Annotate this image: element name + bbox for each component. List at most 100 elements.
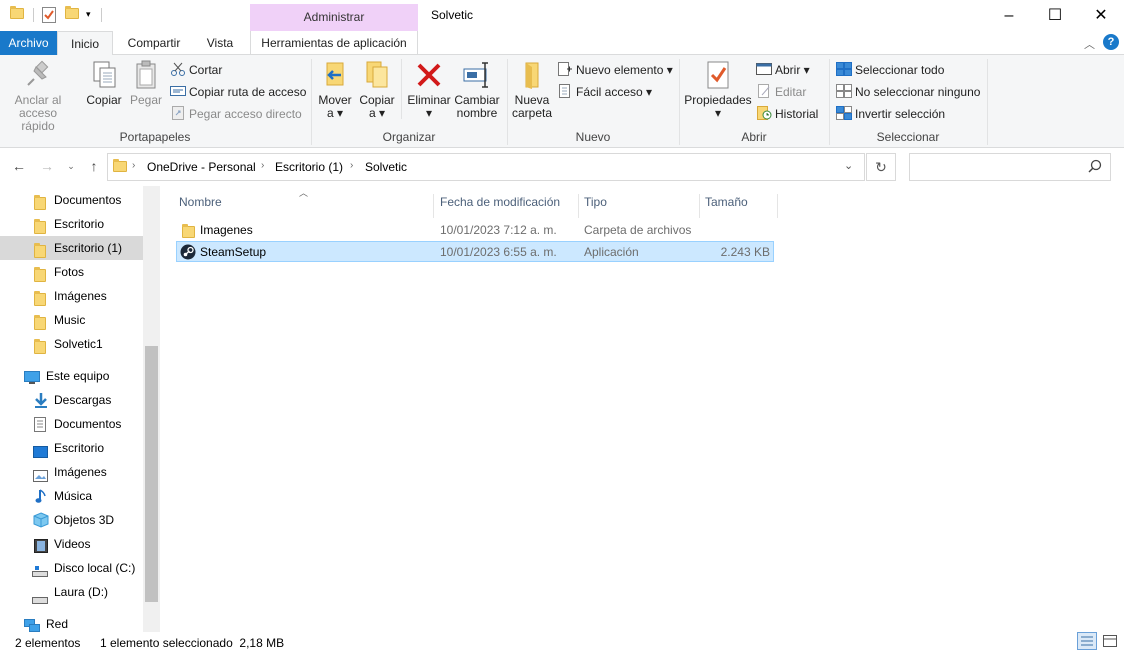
- nav-item-este-equipo[interactable]: Este equipo: [0, 364, 143, 388]
- breadcrumb-solvetic[interactable]: Solvetic: [365, 160, 407, 174]
- nav-item-solvetic1[interactable]: Solvetic1: [0, 332, 143, 356]
- easy-access-button[interactable]: Fácil acceso ▾: [557, 83, 652, 101]
- nav-item-escritorio-1[interactable]: Escritorio (1): [0, 236, 143, 260]
- minimize-button[interactable]: –: [986, 0, 1032, 31]
- invert-selection-button[interactable]: Invertir selección: [836, 105, 945, 123]
- copy-path-label: Copiar ruta de acceso: [189, 85, 307, 99]
- properties-label-2: ▾: [714, 106, 722, 120]
- properties-qat-icon[interactable]: [42, 7, 56, 23]
- paste-shortcut-button[interactable]: Pegar acceso directo: [170, 105, 302, 123]
- tab-compartir[interactable]: Compartir: [118, 31, 190, 55]
- new-folder-button[interactable]: Nueva carpeta: [511, 59, 553, 120]
- nav-item-music[interactable]: Music: [0, 308, 143, 332]
- select-all-button[interactable]: Seleccionar todo: [836, 61, 944, 79]
- nav-scrollbar-thumb[interactable]: [145, 346, 158, 602]
- new-item-icon: [557, 62, 573, 76]
- qat-dropdown-icon[interactable]: ▾: [86, 9, 91, 20]
- file-size: 2.243 KB: [720, 245, 770, 259]
- cut-button[interactable]: Cortar: [170, 61, 222, 79]
- nav-item-imagenes[interactable]: Imágenes: [0, 284, 143, 308]
- edit-button[interactable]: Editar: [756, 83, 806, 101]
- nav-item-imagenes-pc[interactable]: Imágenes: [0, 460, 143, 484]
- select-all-label: Seleccionar todo: [855, 63, 945, 77]
- qat-divider: [101, 8, 102, 22]
- pin-quick-access-button[interactable]: Anclar al acceso rápido: [6, 59, 70, 133]
- history-icon: [756, 106, 772, 120]
- search-input[interactable]: [909, 153, 1111, 181]
- collapse-ribbon-icon[interactable]: ︿: [1084, 36, 1095, 52]
- column-header-nombre[interactable]: Nombre: [174, 194, 434, 218]
- refresh-icon[interactable]: ↻: [866, 153, 896, 181]
- copy-button[interactable]: Copiar: [84, 59, 124, 107]
- drive-icon: [32, 589, 48, 613]
- nav-item-laura-d[interactable]: Laura (D:): [0, 580, 143, 604]
- tab-herramientas-aplicacion[interactable]: Herramientas de aplicación: [250, 31, 418, 55]
- copy-to-button[interactable]: Copiar a ▾: [358, 59, 396, 120]
- copy-path-button[interactable]: Copiar ruta de acceso: [170, 83, 306, 101]
- column-header-fecha[interactable]: Fecha de modificación: [435, 194, 579, 218]
- navigation-pane: ︿ Documentos Escritorio Escritorio (1) F…: [0, 186, 160, 632]
- tab-archivo[interactable]: Archivo: [0, 31, 57, 55]
- copy-to-label-2: a ▾: [368, 106, 386, 120]
- item-count: 2 elementos: [15, 636, 81, 650]
- up-arrow-icon[interactable]: ↑: [83, 158, 105, 174]
- breadcrumb-chevron-icon[interactable]: ›: [350, 160, 353, 171]
- nav-item-objetos-3d[interactable]: Objetos 3D: [0, 508, 143, 532]
- file-name: Imagenes: [200, 223, 253, 237]
- tab-vista[interactable]: Vista: [198, 31, 242, 55]
- nav-item-musica[interactable]: Música: [0, 484, 143, 508]
- rename-label-2: nombre: [456, 106, 498, 120]
- forward-arrow-icon[interactable]: →: [36, 158, 58, 174]
- folder-icon: [10, 6, 24, 22]
- nav-scrollbar[interactable]: [143, 186, 160, 632]
- tab-inicio[interactable]: Inicio: [57, 31, 113, 56]
- breadcrumb-chevron-icon[interactable]: ›: [132, 160, 135, 171]
- file-date: 10/01/2023 6:55 a. m.: [440, 245, 557, 259]
- file-row[interactable]: SteamSetup 10/01/2023 6:55 a. m. Aplicac…: [176, 241, 774, 262]
- large-icons-view-icon[interactable]: [1101, 633, 1119, 649]
- move-to-button[interactable]: Mover a ▾: [316, 59, 354, 120]
- maximize-button[interactable]: ☐: [1032, 0, 1078, 31]
- nav-item-fotos[interactable]: Fotos: [0, 260, 143, 284]
- help-icon[interactable]: ?: [1103, 34, 1119, 50]
- recent-locations-chevron-icon[interactable]: ⌄: [60, 161, 82, 172]
- rename-button[interactable]: Cambiar nombre: [454, 59, 500, 120]
- new-item-label: Nuevo elemento ▾: [576, 63, 673, 77]
- nav-item-escritorio[interactable]: Escritorio: [0, 212, 143, 236]
- address-dropdown-chevron-icon[interactable]: ⌄: [844, 159, 853, 172]
- group-label-abrir: Abrir: [741, 130, 767, 144]
- details-view-icon[interactable]: [1077, 632, 1097, 650]
- breadcrumb-chevron-icon[interactable]: ›: [261, 160, 264, 171]
- properties-button[interactable]: Propiedades ▾: [684, 59, 752, 120]
- back-arrow-icon[interactable]: ←: [8, 158, 30, 174]
- column-header-tamano[interactable]: Tamaño: [700, 194, 778, 218]
- paste-shortcut-label: Pegar acceso directo: [189, 107, 302, 121]
- file-row[interactable]: Imagenes 10/01/2023 7:12 a. m. Carpeta d…: [176, 220, 774, 241]
- breadcrumb-escritorio[interactable]: Escritorio (1): [275, 160, 343, 174]
- paste-label: Pegar: [129, 93, 163, 107]
- paste-button[interactable]: Pegar: [128, 59, 164, 107]
- select-none-button[interactable]: No seleccionar ninguno: [836, 83, 980, 101]
- nav-item-escritorio-pc[interactable]: Escritorio: [0, 436, 143, 460]
- history-button[interactable]: Historial: [756, 105, 818, 123]
- nav-item-documentos[interactable]: Documentos: [0, 188, 143, 212]
- steam-icon: [180, 244, 196, 267]
- nav-item-descargas[interactable]: Descargas: [0, 388, 143, 412]
- close-button[interactable]: ✕: [1078, 0, 1124, 31]
- pin-icon: [22, 59, 54, 91]
- nav-item-documentos-pc[interactable]: Documentos: [0, 412, 143, 436]
- cut-label: Cortar: [189, 63, 223, 77]
- select-none-icon: [836, 84, 852, 98]
- delete-x-icon: [413, 59, 445, 91]
- invert-selection-icon: [836, 106, 852, 120]
- nav-item-videos[interactable]: Videos: [0, 532, 143, 556]
- breadcrumb-onedrive[interactable]: OneDrive - Personal: [147, 160, 256, 174]
- new-folder-qat-icon[interactable]: [65, 6, 79, 22]
- open-button[interactable]: Abrir ▾: [756, 61, 810, 79]
- address-box[interactable]: › OneDrive - Personal › Escritorio (1) ›…: [107, 153, 865, 181]
- delete-button[interactable]: Eliminar ▾: [406, 59, 452, 120]
- nav-item-disco-local[interactable]: Disco local (C:): [0, 556, 143, 580]
- column-header-tipo[interactable]: Tipo: [579, 194, 700, 218]
- new-item-button[interactable]: Nuevo elemento ▾: [557, 61, 673, 79]
- group-label-organizar: Organizar: [382, 130, 436, 144]
